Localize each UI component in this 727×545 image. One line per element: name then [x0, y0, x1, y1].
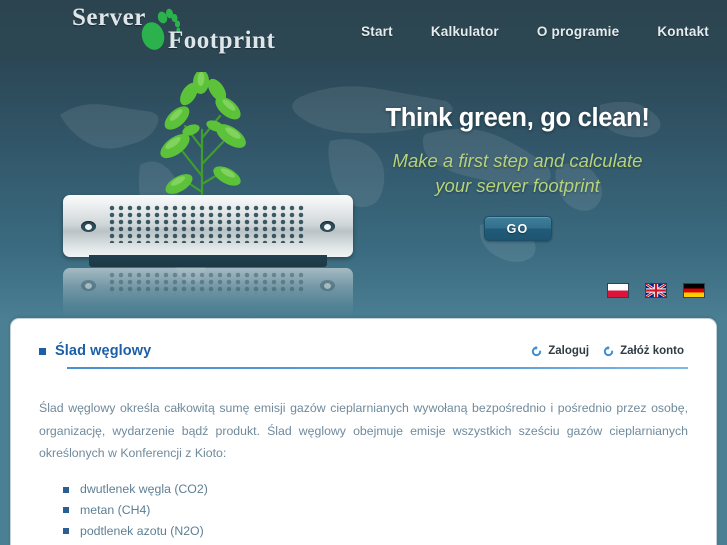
main-navigation: Start Kalkulator O programie Kontakt — [361, 0, 709, 62]
hero-title: Think green, go clean! — [385, 104, 650, 132]
greenhouse-gas-list: dwutlenek węgla (CO2) metan (CH4) podtle… — [39, 479, 688, 541]
flag-united-kingdom-icon[interactable] — [645, 283, 667, 298]
server-led-left — [81, 221, 96, 232]
logo-text-footprint: Footprint — [168, 27, 276, 54]
account-links: Zaloguj Załóż konto — [531, 345, 684, 357]
nav-item-o-programie[interactable]: O programie — [537, 24, 619, 39]
refresh-arrow-icon — [531, 345, 542, 357]
square-bullet-icon — [39, 347, 46, 355]
server-base — [89, 255, 327, 267]
server-reflection-led-left — [81, 280, 96, 291]
language-switcher — [607, 283, 705, 298]
server-vent-grille — [109, 205, 307, 243]
server-illustration — [55, 70, 355, 318]
refresh-arrow-icon — [603, 345, 614, 357]
hero-copy: Think green, go clean! Make a first step… — [345, 104, 690, 242]
site-header: Server Footprint Start Kalkulator O prog… — [0, 0, 727, 62]
section-title: Ślad węglowy — [55, 343, 152, 359]
flag-poland-icon[interactable] — [607, 283, 629, 298]
list-item: podtlenek azotu (N2O) — [63, 521, 688, 542]
square-bullet-icon — [63, 527, 69, 534]
site-logo[interactable]: Server Footprint — [72, 2, 302, 58]
section-divider — [67, 367, 688, 369]
list-item-label: metan (CH4) — [80, 502, 151, 517]
nav-item-start[interactable]: Start — [361, 24, 393, 39]
list-item-label: dwutlenek węgla (CO2) — [80, 482, 208, 497]
hero-subtitle: Make a first step and calculate your ser… — [345, 149, 690, 198]
logo-text-server: Server — [72, 4, 146, 31]
page-root: Server Footprint Start Kalkulator O prog… — [0, 0, 727, 545]
content-panel: Ślad węglowy Zaloguj Załóż konto Ślad wę… — [10, 318, 717, 545]
square-bullet-icon — [63, 486, 69, 493]
flag-germany-icon[interactable] — [683, 283, 705, 298]
list-item: dwutlenek węgla (CO2) — [63, 479, 688, 500]
plant-icon — [127, 70, 277, 204]
server-led-right — [320, 221, 335, 232]
go-button[interactable]: GO — [483, 216, 552, 242]
carbon-footprint-paragraph: Ślad węglowy określa całkowitą sumę emis… — [39, 401, 688, 461]
nav-item-kalkulator[interactable]: Kalkulator — [431, 24, 499, 39]
hero-subtitle-line-2: your server footprint — [435, 174, 600, 196]
register-link-label: Załóż konto — [620, 345, 684, 357]
hero-subtitle-line-1: Make a first step and calculate — [392, 150, 643, 171]
server-reflection-grille — [109, 272, 307, 294]
section-header: Ślad węglowy Zaloguj Załóż konto — [39, 319, 688, 369]
login-link-label: Zaloguj — [548, 345, 590, 357]
hero-banner: Think green, go clean! Make a first step… — [0, 62, 727, 318]
square-bullet-icon — [63, 507, 69, 514]
server-reflection — [63, 268, 353, 318]
nav-item-kontakt[interactable]: Kontakt — [657, 24, 709, 39]
register-link[interactable]: Załóż konto — [603, 345, 684, 357]
list-item: metan (CH4) — [63, 500, 688, 521]
server-reflection-led-right — [320, 280, 335, 291]
list-item-label: podtlenek azotu (N2O) — [80, 523, 204, 538]
server-chassis — [63, 195, 353, 257]
login-link[interactable]: Zaloguj — [531, 345, 589, 357]
